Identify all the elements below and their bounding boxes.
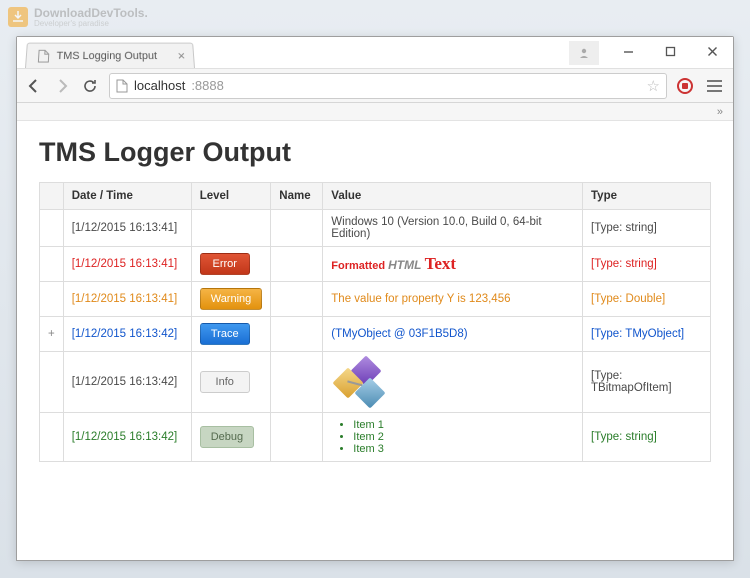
site-icon bbox=[116, 79, 128, 93]
list-item: Item 2 bbox=[353, 431, 574, 443]
type-cell: [Type: Double] bbox=[583, 282, 711, 317]
menu-icon[interactable] bbox=[703, 80, 725, 92]
address-host: localhost bbox=[134, 78, 185, 93]
address-port: :8888 bbox=[191, 78, 224, 93]
level-badge: Debug bbox=[200, 426, 254, 448]
name-cell bbox=[271, 352, 323, 413]
name-cell bbox=[271, 317, 323, 352]
page-content: TMS Logger Output Date / Time Level Name… bbox=[17, 121, 733, 560]
brand-icon bbox=[8, 7, 28, 27]
col-date: Date / Time bbox=[63, 183, 191, 210]
level-cell: Trace bbox=[191, 317, 271, 352]
value-cell: Windows 10 (Version 10.0, Build 0, 64-bi… bbox=[323, 210, 583, 247]
level-badge: Error bbox=[200, 253, 250, 275]
window-controls bbox=[569, 37, 733, 65]
expand-cell bbox=[40, 352, 64, 413]
list-item: Item 1 bbox=[353, 419, 574, 431]
log-table: Date / Time Level Name Value Type [1/12/… bbox=[39, 182, 711, 462]
level-cell bbox=[191, 210, 271, 247]
date-cell: [1/12/2015 16:13:42] bbox=[63, 413, 191, 462]
back-button[interactable] bbox=[25, 77, 43, 95]
type-cell: [Type: string] bbox=[583, 413, 711, 462]
table-row: [1/12/2015 16:13:42] Debug Item 1Item 2Ite… bbox=[40, 413, 711, 462]
minimize-button[interactable] bbox=[607, 37, 649, 65]
col-value: Value bbox=[323, 183, 583, 210]
reload-button[interactable] bbox=[81, 77, 99, 95]
name-cell bbox=[271, 282, 323, 317]
expand-cell bbox=[40, 282, 64, 317]
type-cell: [Type: string] bbox=[583, 247, 711, 282]
level-badge: Warning bbox=[200, 288, 263, 310]
page-title: TMS Logger Output bbox=[39, 137, 711, 168]
browser-window: TMS Logging Output × localhost :8888 ☆ » bbox=[16, 36, 734, 561]
maximize-button[interactable] bbox=[649, 37, 691, 65]
date-cell: [1/12/2015 16:13:41] bbox=[63, 210, 191, 247]
close-button[interactable] bbox=[691, 37, 733, 65]
watermark: DownloadDevTools. Developer's paradise bbox=[8, 6, 148, 28]
table-row: + [1/12/2015 16:13:42] Trace (TMyObject @ 0… bbox=[40, 317, 711, 352]
type-cell: [Type: TBitmapOfItem] bbox=[583, 352, 711, 413]
col-level: Level bbox=[191, 183, 271, 210]
date-cell: [1/12/2015 16:13:41] bbox=[63, 247, 191, 282]
formatted-html-text: Formatted HTML Text bbox=[331, 260, 456, 272]
type-cell: [Type: string] bbox=[583, 210, 711, 247]
tab-strip: TMS Logging Output × bbox=[17, 36, 195, 68]
type-cell: [Type: TMyObject] bbox=[583, 317, 711, 352]
value-list: Item 1Item 2Item 3 bbox=[331, 419, 574, 455]
expand-cell bbox=[40, 247, 64, 282]
expand-cell[interactable]: + bbox=[40, 317, 64, 352]
value-cell: The value for property Y is 123,456 bbox=[323, 282, 583, 317]
overflow-chevron-icon[interactable]: » bbox=[717, 106, 723, 118]
tab-close-icon[interactable]: × bbox=[177, 48, 185, 63]
page-icon bbox=[36, 49, 51, 63]
expand-cell bbox=[40, 413, 64, 462]
level-cell: Error bbox=[191, 247, 271, 282]
table-header-row: Date / Time Level Name Value Type bbox=[40, 183, 711, 210]
level-badge: Info bbox=[200, 371, 250, 393]
name-cell bbox=[271, 247, 323, 282]
forward-button[interactable] bbox=[53, 77, 71, 95]
name-cell bbox=[271, 413, 323, 462]
user-icon[interactable] bbox=[569, 41, 599, 65]
level-badge: Trace bbox=[200, 323, 250, 345]
expand-icon[interactable]: + bbox=[48, 328, 55, 340]
value-cell: (TMyObject @ 03F1B5D8) bbox=[323, 317, 583, 352]
value-cell: Item 1Item 2Item 3 bbox=[323, 413, 583, 462]
address-bar[interactable]: localhost :8888 ☆ bbox=[109, 73, 667, 99]
value-cell bbox=[323, 352, 583, 413]
titlebar: TMS Logging Output × bbox=[17, 37, 733, 69]
date-cell: [1/12/2015 16:13:42] bbox=[63, 352, 191, 413]
col-type: Type bbox=[583, 183, 711, 210]
adblock-icon[interactable] bbox=[677, 78, 693, 94]
table-row: [1/12/2015 16:13:41] Error Formatted HTML … bbox=[40, 247, 711, 282]
table-row: [1/12/2015 16:13:41] Warning The value for… bbox=[40, 282, 711, 317]
value-cell: Formatted HTML Text bbox=[323, 247, 583, 282]
list-item: Item 3 bbox=[353, 443, 574, 455]
brand-tagline: Developer's paradise bbox=[34, 19, 148, 28]
bookmark-overflow-bar: » bbox=[17, 103, 733, 121]
brand-text: DownloadDevTools. bbox=[34, 6, 148, 20]
bookmark-star-icon[interactable]: ☆ bbox=[647, 77, 660, 95]
col-expand bbox=[40, 183, 64, 210]
expand-cell bbox=[40, 210, 64, 247]
level-cell: Debug bbox=[191, 413, 271, 462]
col-name: Name bbox=[271, 183, 323, 210]
bitmap-icon bbox=[331, 358, 387, 406]
tab-title: TMS Logging Output bbox=[56, 50, 157, 62]
table-row: [1/12/2015 16:13:42] Info [Type: TBitmapOf… bbox=[40, 352, 711, 413]
level-cell: Warning bbox=[191, 282, 271, 317]
date-cell: [1/12/2015 16:13:42] bbox=[63, 317, 191, 352]
date-cell: [1/12/2015 16:13:41] bbox=[63, 282, 191, 317]
tab-active[interactable]: TMS Logging Output × bbox=[25, 43, 195, 68]
name-cell bbox=[271, 210, 323, 247]
level-cell: Info bbox=[191, 352, 271, 413]
toolbar: localhost :8888 ☆ bbox=[17, 69, 733, 103]
table-row: [1/12/2015 16:13:41] Windows 10 (Version … bbox=[40, 210, 711, 247]
